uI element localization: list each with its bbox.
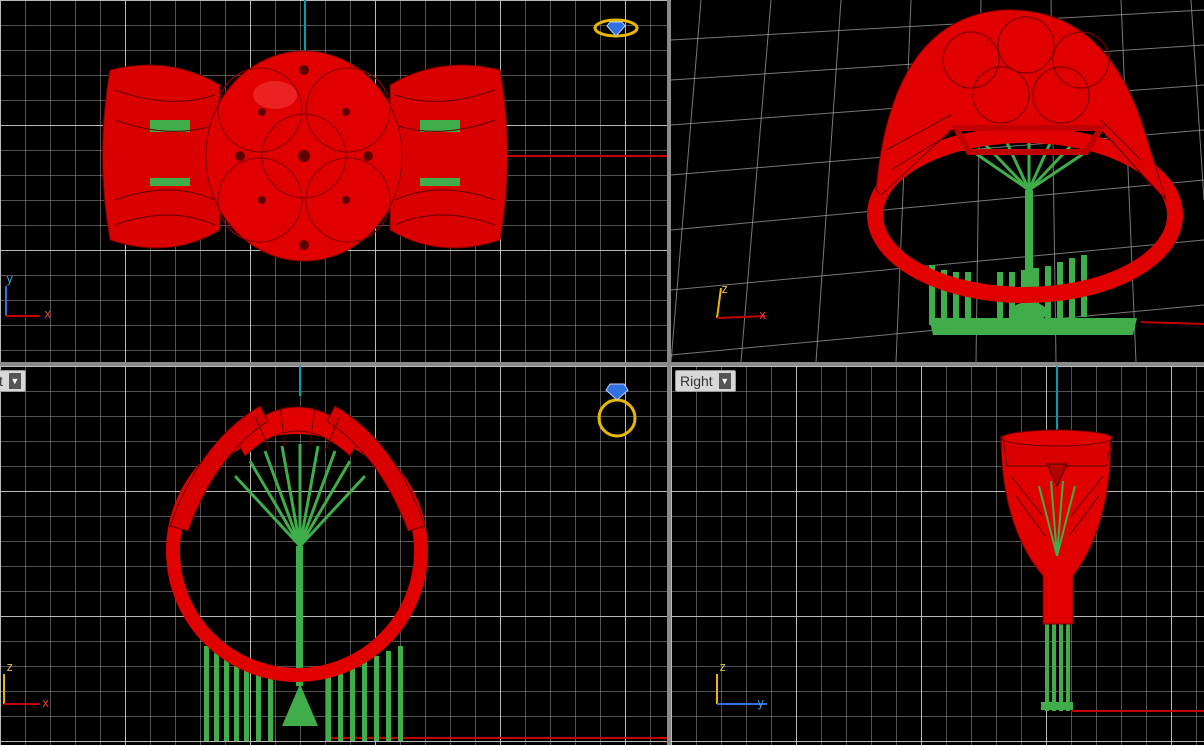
axis-y-letter: y <box>757 696 765 710</box>
axis-y-letter: y <box>6 272 14 286</box>
axis-x-letter: x <box>759 308 767 322</box>
ring-icon[interactable] <box>592 14 640 42</box>
viewport-perspective[interactable]: z x <box>671 0 1204 362</box>
viewport-top[interactable]: y x <box>0 0 667 362</box>
axis-indicator <box>716 287 766 319</box>
axis-z-letter: z <box>6 660 14 674</box>
axis-z-letter: z <box>719 660 727 674</box>
viewport-front[interactable]: t ▼ z x <box>0 366 667 745</box>
viewport-right[interactable]: Right ▼ z y <box>671 366 1204 745</box>
front-scene <box>166 366 667 741</box>
ring-icon[interactable] <box>594 378 640 444</box>
axis-z-letter: z <box>721 282 729 296</box>
axis-x-letter: x <box>42 696 50 710</box>
top-scene <box>102 0 667 262</box>
viewport-divider-vertical[interactable] <box>667 0 671 745</box>
viewport-divider-horizontal[interactable] <box>0 362 1204 366</box>
axis-x-letter: x <box>44 307 52 321</box>
